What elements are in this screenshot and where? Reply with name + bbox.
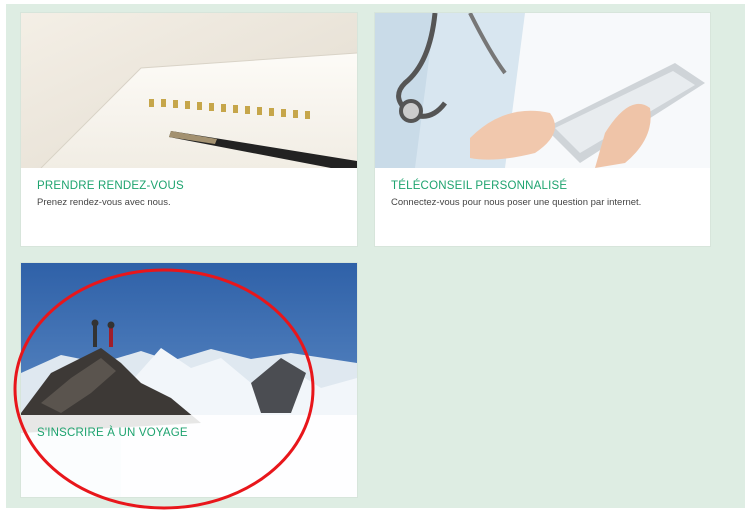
card-prendre-rendez-vous[interactable]: PRENDRE RENDEZ-VOUS Prenez rendez-vous a… <box>21 13 357 246</box>
card-body: PRENDRE RENDEZ-VOUS Prenez rendez-vous a… <box>21 168 357 246</box>
card-description: Connectez-vous pour nous poser une quest… <box>391 197 642 208</box>
card-body: S'INSCRIRE À UN VOYAGE <box>21 415 357 497</box>
card-body: TÉLÉCONSEIL PERSONNALISÉ Connectez-vous … <box>375 168 710 246</box>
card-title[interactable]: PRENDRE RENDEZ-VOUS <box>37 180 341 192</box>
card-title[interactable]: TÉLÉCONSEIL PERSONNALISÉ <box>391 180 694 192</box>
doctor-tablet-image <box>375 13 710 168</box>
tiles-panel: PRENDRE RENDEZ-VOUS Prenez rendez-vous a… <box>6 4 745 508</box>
card-title[interactable]: S'INSCRIRE À UN VOYAGE <box>37 427 341 439</box>
card-teleconseil-personnalise[interactable]: TÉLÉCONSEIL PERSONNALISÉ Connectez-vous … <box>375 13 710 246</box>
card-description: Prenez rendez-vous avec nous. <box>37 197 171 208</box>
card-sinscrire-voyage[interactable]: S'INSCRIRE À UN VOYAGE <box>21 263 357 497</box>
notebook-pen-image <box>21 13 357 168</box>
